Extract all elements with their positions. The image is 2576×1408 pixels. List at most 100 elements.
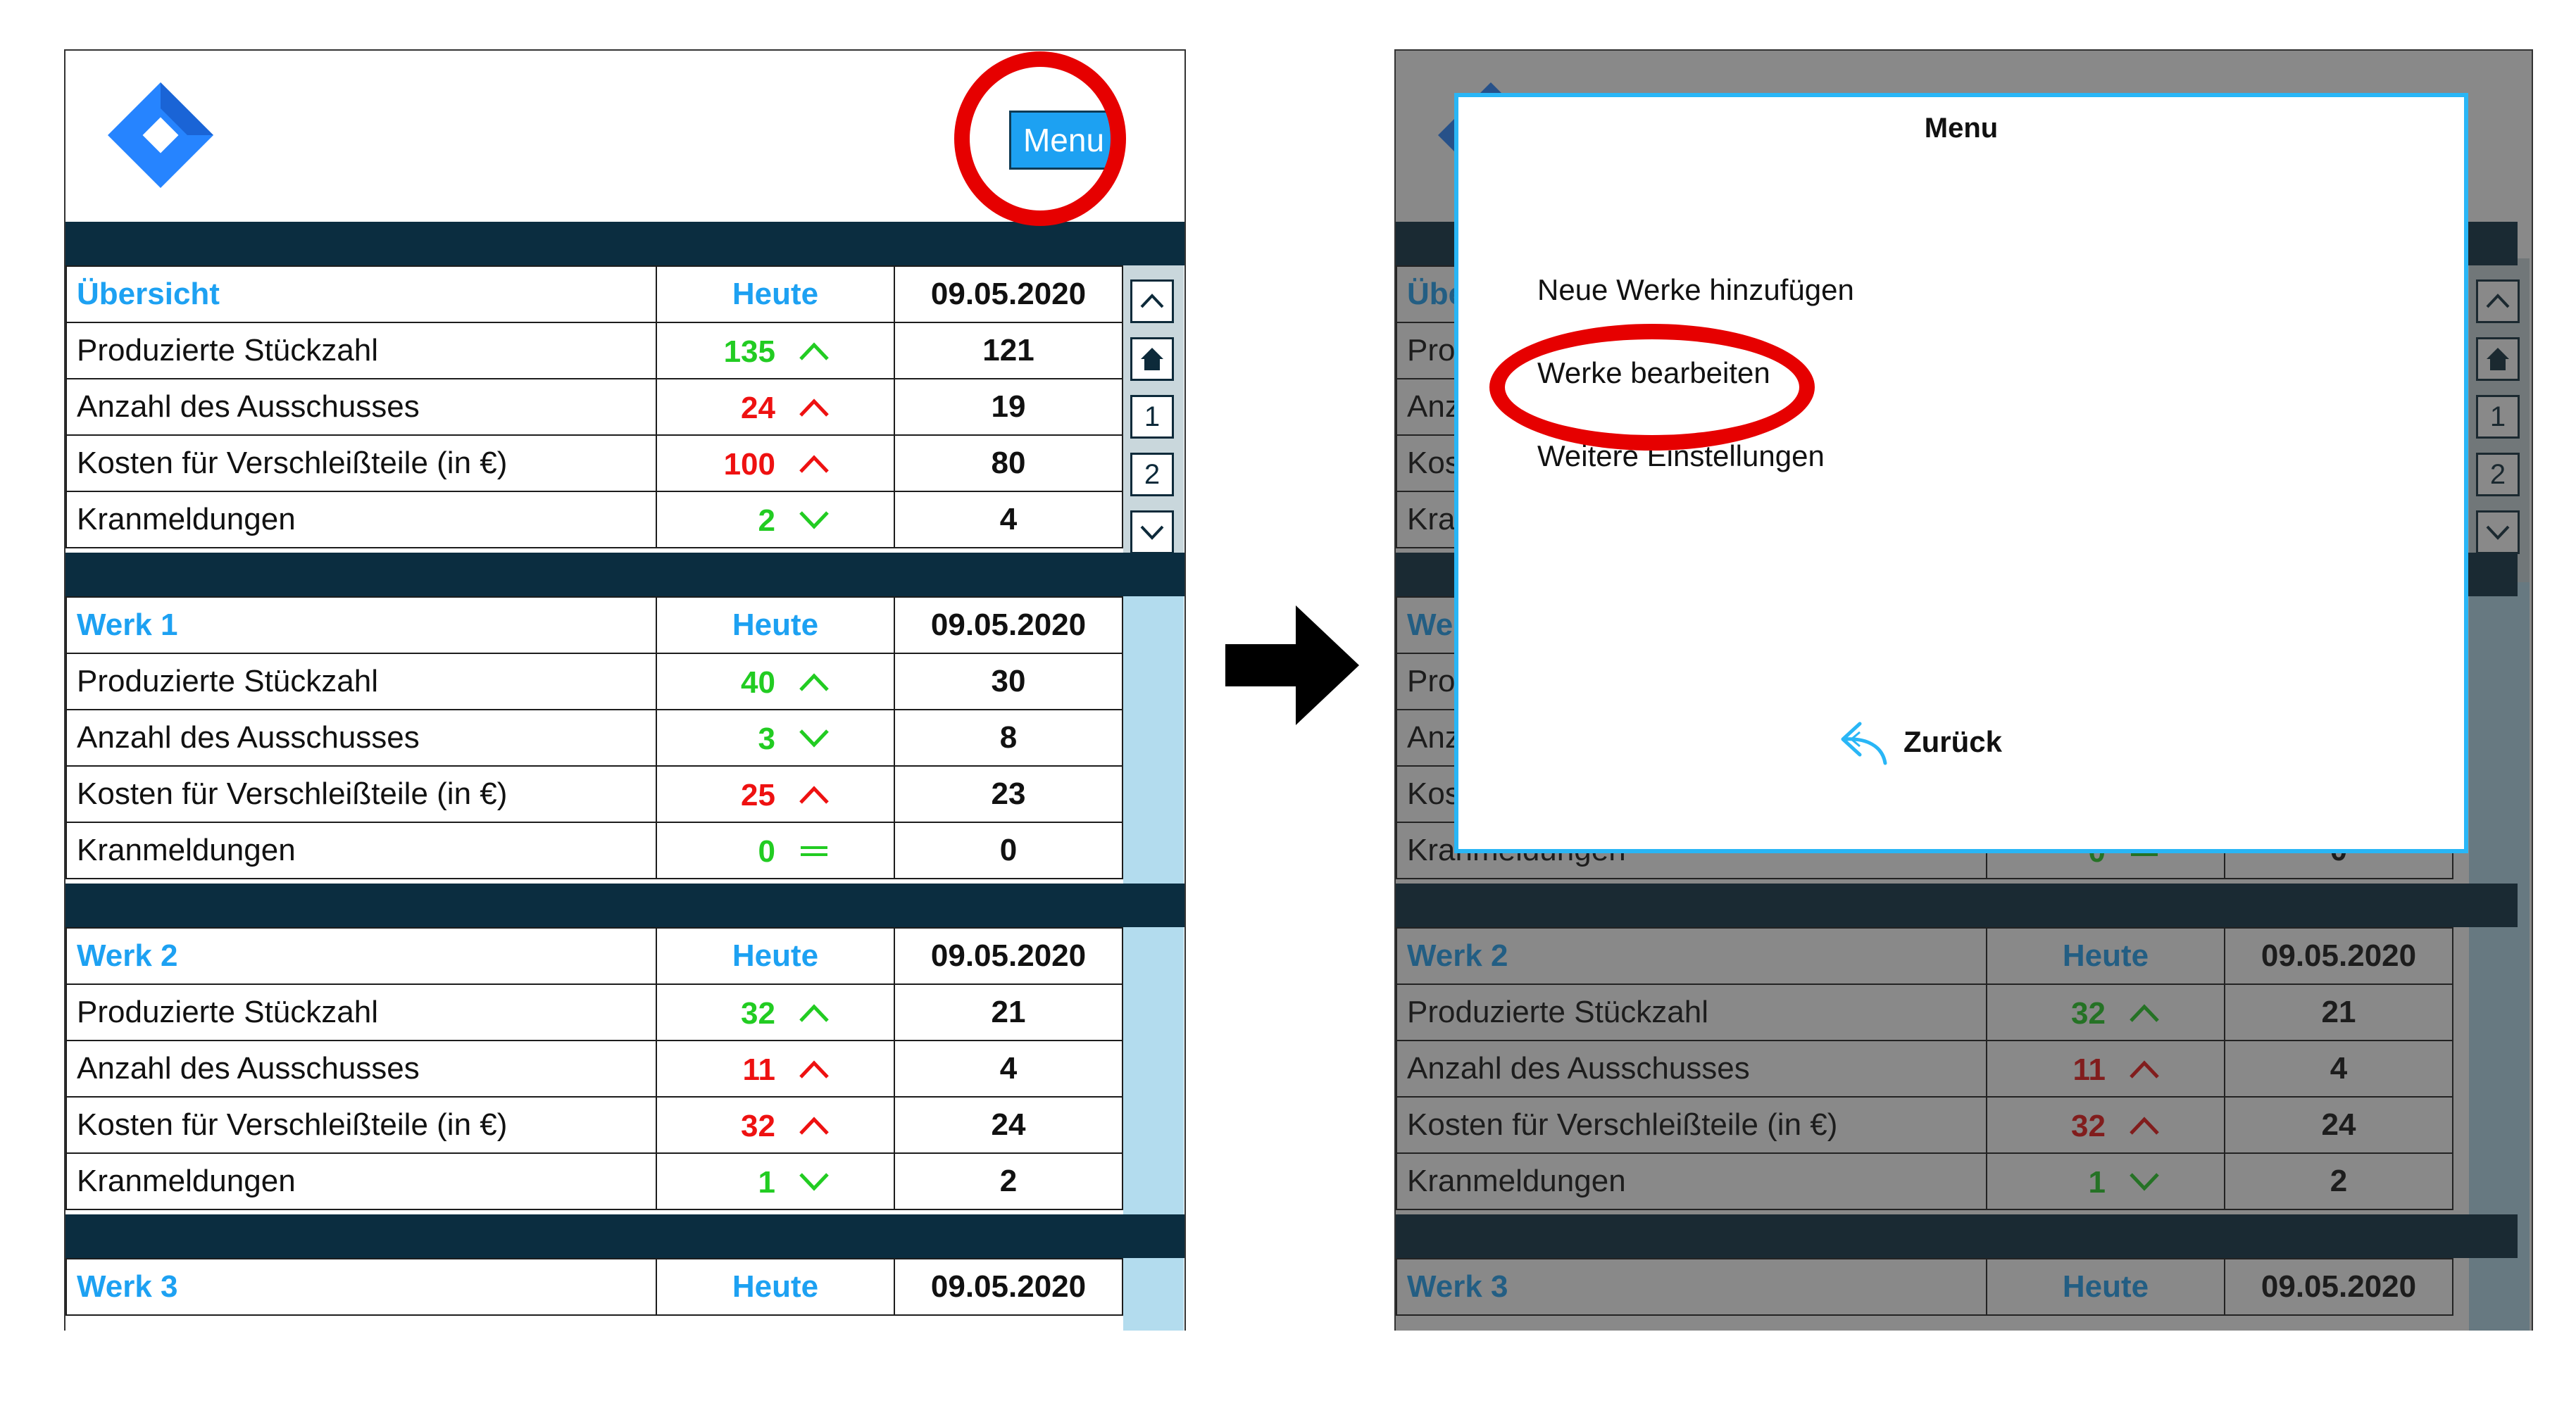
today-value: 0 (758, 834, 775, 869)
back-button[interactable]: Zurück (1839, 717, 2002, 767)
app-logo-icon (108, 82, 213, 188)
table-row: Anzahl des Ausschusses 24 19 (65, 378, 1123, 436)
metric-label: Kranmeldungen (65, 491, 657, 548)
section-werk-3: Werk 3 Heute 09.05.2020 (65, 1214, 1184, 1316)
home-button[interactable] (1130, 337, 1174, 381)
trend-indicator (775, 719, 853, 757)
highlight-ring-edit-plants (1489, 324, 1815, 451)
home-icon (1141, 348, 1163, 370)
today-label: Heute (732, 1269, 819, 1304)
trend-indicator (775, 501, 853, 539)
table-row: Kosten für Verschleißteile (in €) 25 23 (65, 765, 1123, 823)
back-arrow-icon (1841, 722, 1887, 765)
column-today-header: Heute (656, 596, 895, 654)
metric-today: 3 (656, 709, 895, 767)
trend-down-icon (799, 511, 829, 529)
section-title[interactable]: Werk 1 (65, 596, 657, 654)
highlight-ring-menu (954, 51, 1126, 226)
metric-label: Anzahl des Ausschusses (65, 709, 657, 767)
section-title[interactable]: Werk 3 (65, 1258, 657, 1316)
trend-indicator (775, 1106, 853, 1144)
trend-up-icon (799, 398, 829, 417)
scroll-rail[interactable]: 1 2 (1123, 258, 1184, 1331)
section-divider (65, 553, 1184, 596)
metric-previous: 30 (894, 653, 1123, 710)
menu-dialog: Menu Neue Werke hinzufügen Werke bearbei… (1454, 93, 2468, 853)
metric-previous: 80 (894, 434, 1123, 492)
trend-up-icon (799, 1060, 829, 1079)
metric-label: Kosten für Verschleißteile (in €) (65, 765, 657, 823)
today-value: 24 (741, 391, 775, 425)
table-row: Produzierte Stückzahl 32 21 (65, 983, 1123, 1041)
metric-previous: 4 (894, 491, 1123, 548)
table-header-row: Werk 1 Heute 09.05.2020 (65, 596, 1123, 654)
section-title-text: Werk 2 (77, 938, 178, 973)
trend-indicator (775, 1162, 853, 1200)
metric-today: 32 (656, 1096, 895, 1154)
metric-previous: 23 (894, 765, 1123, 823)
table-row: Kosten für Verschleißteile (in €) 100 80 (65, 434, 1123, 492)
page-2-button[interactable]: 2 (1130, 453, 1174, 496)
section-title-text: Werk 3 (77, 1269, 178, 1304)
today-value: 135 (723, 334, 775, 369)
metric-label: Kranmeldungen (65, 822, 657, 879)
section-werk-2: Werk 2Heute09.05.2020Produzierte Stückza… (65, 884, 1184, 1210)
chevron-up-icon (1140, 294, 1164, 308)
table-row: Anzahl des Ausschusses 11 4 (65, 1040, 1123, 1098)
metric-today: 40 (656, 653, 895, 710)
app-screen-after: 1 2 ÜbersichtHeute09.05.2020Produzierte … (1394, 49, 2533, 1331)
trend-up-icon (799, 673, 829, 691)
today-value: 1 (758, 1165, 775, 1200)
kpi-table: ÜbersichtHeute09.05.2020Produzierte Stüc… (65, 265, 1123, 548)
today-value: 40 (741, 665, 775, 700)
section-title-text: Übersicht (77, 277, 220, 311)
trend-down-icon (799, 729, 829, 748)
kpi-table: Werk 3 Heute 09.05.2020 (65, 1258, 1123, 1316)
column-date-header: 09.05.2020 (894, 265, 1123, 323)
metric-previous: 0 (894, 822, 1123, 879)
table-row: Kosten für Verschleißteile (in €) 32 24 (65, 1096, 1123, 1154)
trend-indicator (775, 993, 853, 1031)
trend-up-icon (799, 455, 829, 473)
dialog-title: Menu (1924, 113, 1999, 144)
back-label: Zurück (1903, 725, 2003, 758)
trend-indicator (775, 775, 853, 813)
page-1-button[interactable]: 1 (1130, 395, 1174, 439)
section-divider (65, 1214, 1184, 1258)
today-value: 32 (741, 996, 775, 1031)
metric-today: 32 (656, 983, 895, 1041)
trend-indicator (775, 1050, 853, 1088)
today-value: 100 (723, 447, 775, 482)
trend-up-icon (799, 1117, 829, 1135)
today-value: 3 (758, 722, 775, 756)
menu-item-add-plants[interactable]: Neue Werke hinzufügen (1537, 273, 1854, 307)
metric-label: Anzahl des Ausschusses (65, 1040, 657, 1098)
metric-today: 11 (656, 1040, 895, 1098)
section-title-text: Werk 1 (77, 608, 178, 642)
column-date-header: 09.05.2020 (894, 1258, 1123, 1316)
scroll-down-button[interactable] (1130, 510, 1174, 554)
trend-up-icon (799, 1004, 829, 1022)
metric-label: Kranmeldungen (65, 1152, 657, 1210)
trend-indicator (775, 444, 853, 482)
section-title[interactable]: Werk 2 (65, 927, 657, 985)
metric-previous: 24 (894, 1096, 1123, 1154)
section-title[interactable]: Übersicht (65, 265, 657, 323)
trend-equal-icon (801, 846, 827, 856)
column-date-header: 09.05.2020 (894, 596, 1123, 654)
today-value: 25 (741, 778, 775, 812)
table-row: Kranmeldungen 0 0 (65, 822, 1123, 879)
metric-today: 1 (656, 1152, 895, 1210)
metric-today: 25 (656, 765, 895, 823)
section-werk-1: Werk 1Heute09.05.2020Produzierte Stückza… (65, 553, 1184, 879)
kpi-table: Werk 2Heute09.05.2020Produzierte Stückza… (65, 927, 1123, 1210)
table-row: Produzierte Stückzahl 40 30 (65, 653, 1123, 710)
table-header-row: Werk 3 Heute 09.05.2020 (65, 1258, 1123, 1316)
today-label: Heute (732, 277, 819, 311)
trend-down-icon (799, 1173, 829, 1191)
metric-previous: 21 (894, 983, 1123, 1041)
metric-label: Kosten für Verschleißteile (in €) (65, 434, 657, 492)
table-row: Kranmeldungen 1 2 (65, 1152, 1123, 1210)
scroll-up-button[interactable] (1130, 279, 1174, 323)
table-header-row: Übersicht Heute 09.05.2020 (65, 265, 1123, 323)
